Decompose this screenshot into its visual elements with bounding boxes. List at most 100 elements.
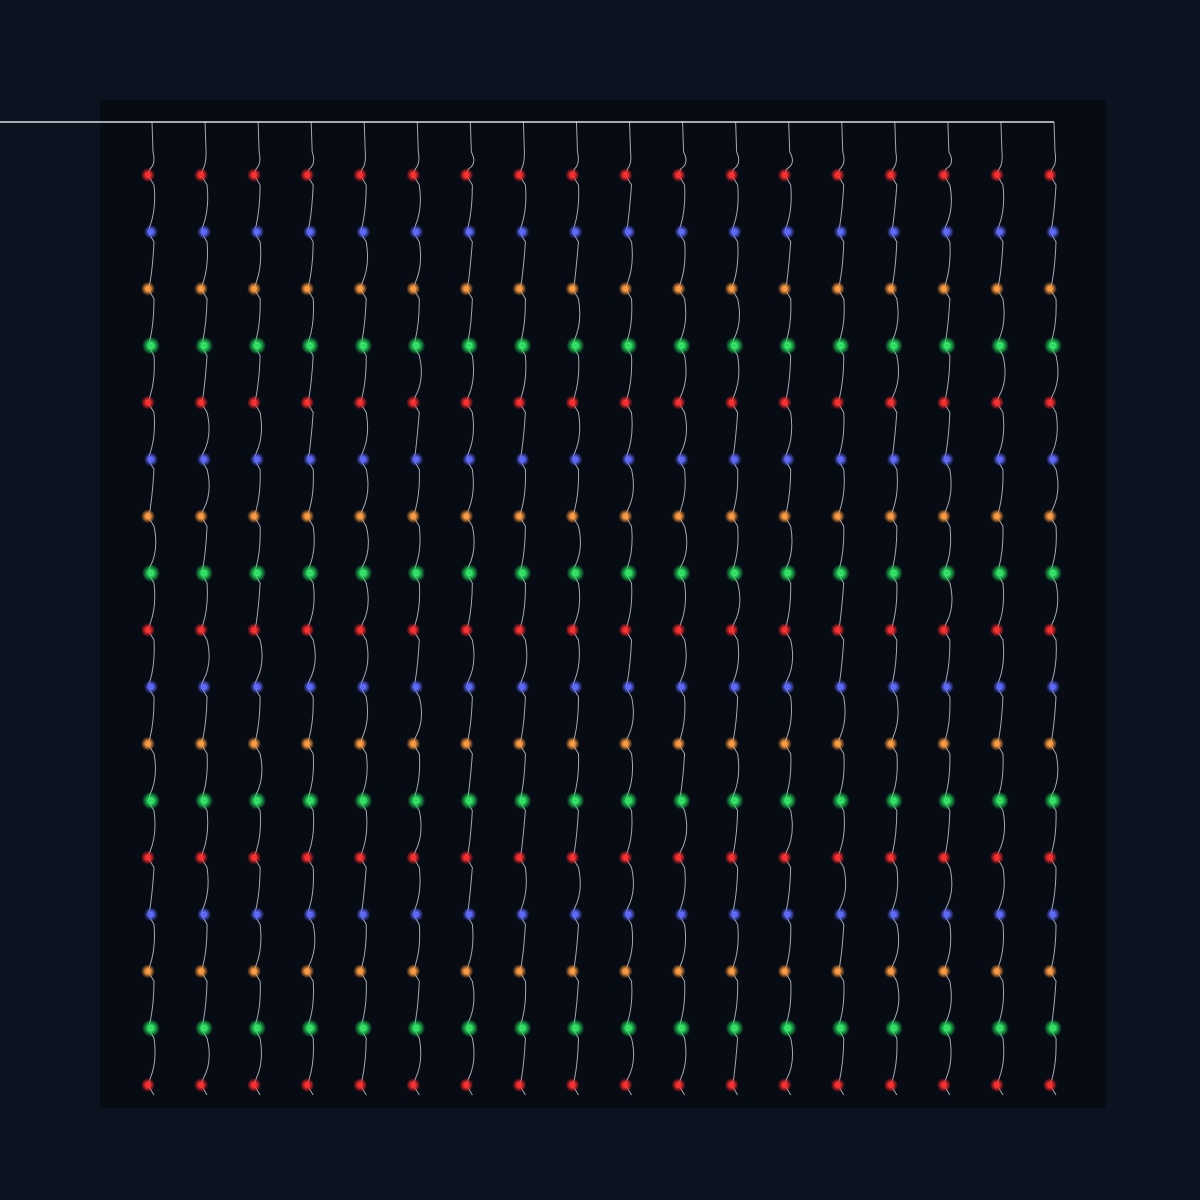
red-bulb-core [517, 628, 522, 632]
red-bulb-core [1047, 1083, 1053, 1087]
green-bulb-core [626, 571, 631, 575]
amber-bulb-core [888, 742, 894, 746]
strand-wire [571, 121, 581, 1096]
red-bulb-core [994, 855, 1000, 860]
green-bulb-core [732, 571, 737, 575]
red-bulb-core [304, 628, 310, 632]
red-bulb-core [198, 173, 204, 177]
amber-bulb-core [1047, 969, 1053, 973]
blue-bulb-core [361, 230, 366, 234]
blue-bulb-core [732, 685, 737, 689]
red-bulb-core [145, 173, 151, 177]
red-bulb-core [1047, 173, 1053, 177]
red-bulb-core [941, 173, 947, 177]
amber-bulb-core [251, 287, 257, 291]
blue-bulb-core [838, 230, 843, 234]
light-strand [300, 121, 320, 1096]
amber-bulb-core [729, 969, 734, 973]
light-strand [724, 121, 744, 1096]
blue-bulb-core [626, 912, 631, 916]
red-bulb-core [782, 400, 787, 405]
blue-bulb-core [414, 685, 419, 689]
blue-bulb-core [679, 685, 684, 689]
blue-bulb-core [414, 230, 419, 234]
red-bulb-core [517, 173, 522, 177]
green-bulb-core [1050, 571, 1056, 575]
red-bulb-core [1047, 628, 1053, 632]
green-bulb-core [520, 1026, 525, 1030]
amber-bulb-core [1047, 742, 1053, 746]
green-bulb-core [467, 1026, 472, 1030]
green-bulb-core [997, 1026, 1003, 1030]
red-bulb-core [782, 173, 787, 177]
red-bulb-core [623, 628, 628, 632]
red-bulb-core [411, 400, 416, 405]
green-bulb-core [626, 344, 631, 348]
strand-wire [624, 121, 635, 1096]
amber-bulb-core [676, 514, 681, 518]
amber-bulb-core [411, 287, 416, 291]
blue-bulb-core [467, 457, 472, 461]
red-bulb-core [623, 855, 628, 860]
blue-bulb-core [520, 457, 525, 461]
red-bulb-core [570, 855, 575, 860]
light-strand [671, 121, 691, 1096]
red-bulb-core [517, 1083, 522, 1087]
blue-bulb-core [307, 230, 313, 234]
amber-bulb-core [411, 969, 416, 973]
green-bulb-core [785, 571, 790, 575]
blue-bulb-core [785, 457, 790, 461]
amber-bulb-core [145, 287, 151, 291]
blue-bulb-core [997, 912, 1003, 916]
blue-bulb-core [891, 230, 897, 234]
amber-bulb-core [358, 742, 363, 746]
amber-bulb-core [304, 514, 310, 518]
amber-bulb-core [411, 514, 416, 518]
green-bulb-core [626, 799, 631, 803]
amber-bulb-core [729, 742, 734, 746]
red-bulb-core [676, 400, 681, 405]
red-bulb-core [145, 1083, 151, 1087]
red-bulb-core [888, 400, 894, 405]
amber-bulb-core [994, 742, 1000, 746]
green-bulb-core [361, 799, 366, 803]
red-bulb-core [464, 173, 469, 177]
green-bulb-core [838, 799, 843, 803]
red-bulb-core [145, 628, 151, 632]
green-bulb-core [785, 344, 790, 348]
amber-bulb-core [888, 969, 894, 973]
light-strand [247, 121, 267, 1096]
blue-bulb-core [573, 912, 578, 916]
amber-bulb-core [729, 514, 734, 518]
green-bulb-core [679, 799, 684, 803]
amber-bulb-core [994, 287, 1000, 291]
blue-bulb-core [307, 685, 313, 689]
light-strand [141, 121, 160, 1096]
light-strand [618, 121, 638, 1096]
blue-bulb-core [361, 685, 366, 689]
blue-bulb-core [679, 912, 684, 916]
green-bulb-core [254, 1026, 260, 1030]
green-bulb-core [467, 571, 472, 575]
red-bulb-core [304, 1083, 310, 1087]
amber-bulb-core [835, 742, 840, 746]
green-bulb-core [997, 344, 1003, 348]
green-bulb-core [307, 344, 313, 348]
blue-bulb-core [520, 230, 525, 234]
blue-bulb-core [148, 230, 154, 234]
strand-wire [784, 121, 794, 1096]
green-bulb-core [573, 799, 578, 803]
green-bulb-core [1050, 344, 1056, 348]
amber-bulb-core [464, 514, 469, 518]
red-bulb-core [1047, 855, 1053, 860]
red-bulb-core [676, 1083, 681, 1087]
green-bulb-core [573, 1026, 578, 1030]
green-bulb-core [414, 799, 419, 803]
green-bulb-core [785, 799, 790, 803]
strand-wire [1049, 121, 1059, 1096]
blue-bulb-core [626, 457, 631, 461]
blue-bulb-core [467, 912, 472, 916]
light-strand [406, 121, 426, 1096]
amber-bulb-core [304, 287, 310, 291]
green-bulb-core [732, 1026, 737, 1030]
